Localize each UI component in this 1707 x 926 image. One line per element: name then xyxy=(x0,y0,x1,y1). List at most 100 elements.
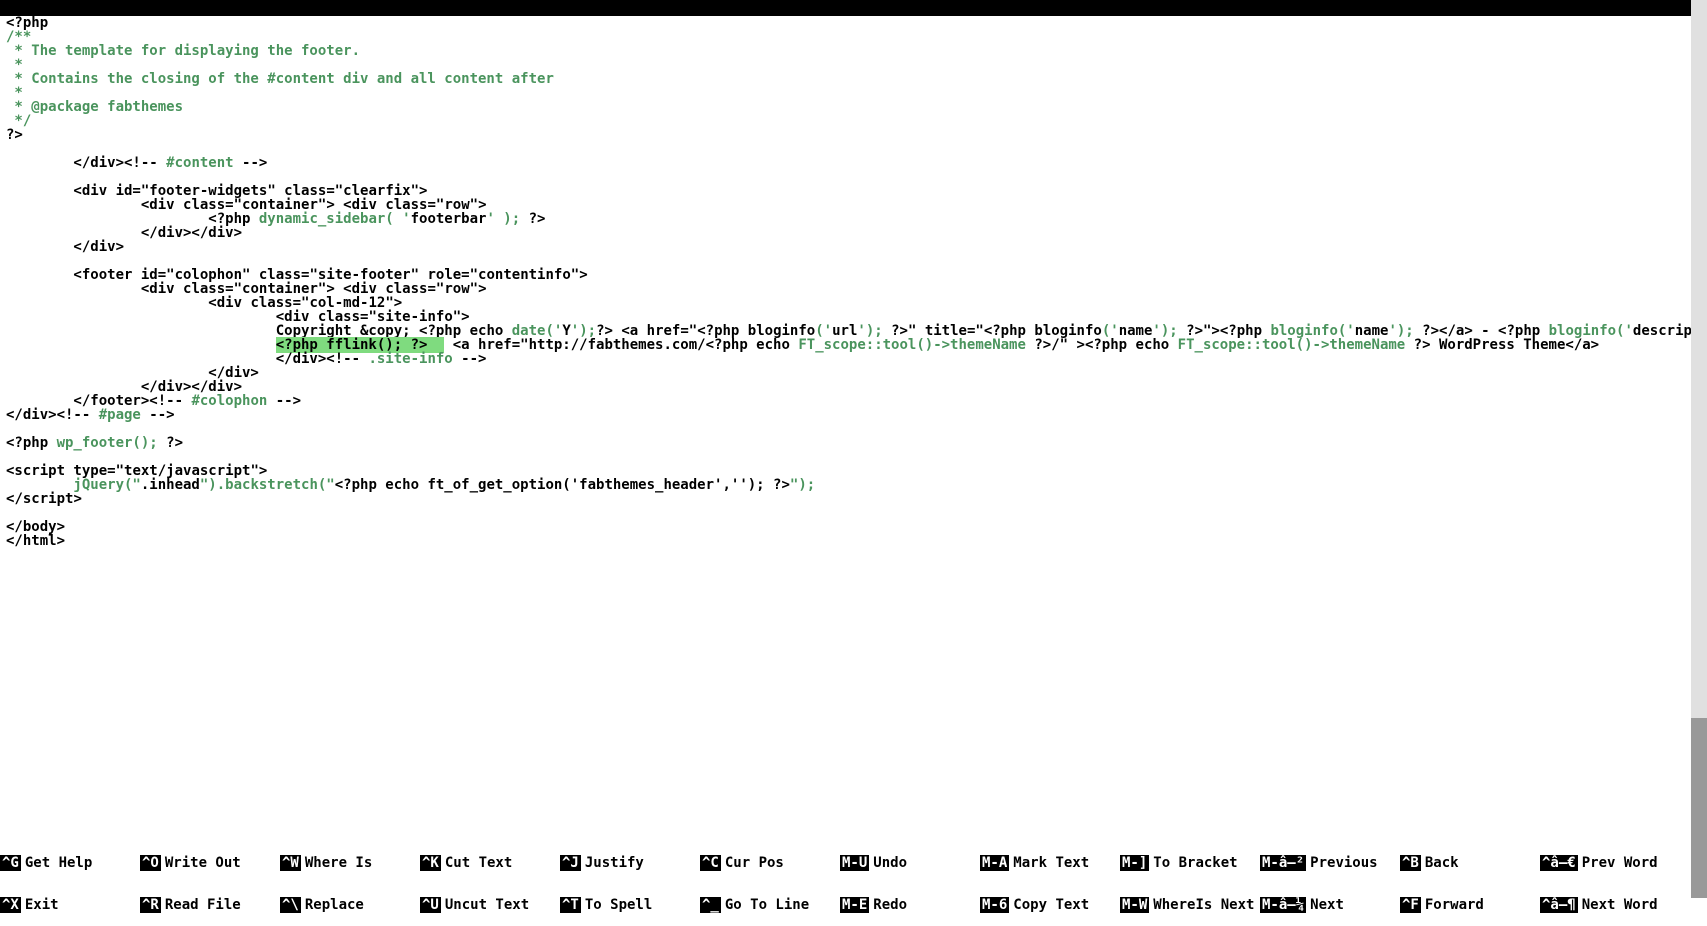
code-line xyxy=(6,422,1691,436)
shortcut-item: ^TTo Spell xyxy=(560,898,700,912)
shortcut-label: Back xyxy=(1425,855,1459,871)
title-bar: GNU nano 2.9.3 footer.php xyxy=(0,0,1707,16)
shortcut-item: ^CCur Pos xyxy=(700,856,840,870)
code-line: </div></div> xyxy=(6,226,1691,240)
code-line: ?> xyxy=(6,128,1691,142)
code-line: <?php xyxy=(6,16,1691,30)
shortcut-key: ^â—€ xyxy=(1540,855,1578,871)
shortcut-key: M-A xyxy=(980,855,1009,871)
shortcut-label: Prev Word xyxy=(1582,855,1658,871)
shortcut-label: To Spell xyxy=(585,897,652,913)
shortcut-item: ^\Replace xyxy=(280,898,420,912)
shortcut-key: ^_ xyxy=(700,897,721,913)
shortcut-row-1: ^GGet Help^OWrite Out^WWhere Is^KCut Tex… xyxy=(0,856,1707,870)
code-line: </html> xyxy=(6,534,1691,548)
shortcut-key: ^O xyxy=(140,855,161,871)
code-line xyxy=(6,254,1691,268)
code-line: </div><!-- #page --> xyxy=(6,408,1691,422)
shortcut-label: Cur Pos xyxy=(725,855,784,871)
shortcut-label: Exit xyxy=(25,897,59,913)
shortcut-item: ^BBack xyxy=(1400,856,1540,870)
shortcut-item: M-UUndo xyxy=(840,856,980,870)
shortcut-item: ^KCut Text xyxy=(420,856,560,870)
code-line: </body> xyxy=(6,520,1691,534)
code-line: </div> xyxy=(6,366,1691,380)
shortcut-item: ^OWrite Out xyxy=(140,856,280,870)
code-line: </div></div> xyxy=(6,380,1691,394)
shortcut-key: ^â–¶ xyxy=(1540,897,1578,913)
code-line: </footer><!-- #colophon --> xyxy=(6,394,1691,408)
shortcut-label: Undo xyxy=(873,855,907,871)
shortcut-label: Go To Line xyxy=(725,897,809,913)
shortcut-item: ^RRead File xyxy=(140,898,280,912)
shortcut-label: Previous xyxy=(1310,855,1377,871)
shortcut-key: ^W xyxy=(280,855,301,871)
code-line: jQuery(".inhead").backstretch("<?php ech… xyxy=(6,478,1691,492)
scrollbar-thumb[interactable] xyxy=(1691,718,1707,898)
shortcut-key: ^B xyxy=(1400,855,1421,871)
shortcut-label: Redo xyxy=(873,897,907,913)
code-line xyxy=(6,170,1691,184)
shortcut-item: ^FForward xyxy=(1400,898,1540,912)
shortcut-item: M-â–²Previous xyxy=(1260,856,1400,870)
code-line: <div class="col-md-12"> xyxy=(6,296,1691,310)
code-line: * @package fabthemes xyxy=(6,100,1691,114)
shortcut-item: ^JJustify xyxy=(560,856,700,870)
code-line: * xyxy=(6,58,1691,72)
shortcut-key: M-E xyxy=(840,897,869,913)
shortcut-label: Get Help xyxy=(25,855,92,871)
code-line: <?php fflink(); ?> <a href="http://fabth… xyxy=(6,338,1691,352)
code-line: <div class="site-info"> xyxy=(6,310,1691,324)
shortcut-key: M-W xyxy=(1120,897,1149,913)
code-line: * xyxy=(6,86,1691,100)
code-line: <footer id="colophon" class="site-footer… xyxy=(6,268,1691,282)
shortcut-key: ^J xyxy=(560,855,581,871)
code-line: <?php wp_footer(); ?> xyxy=(6,436,1691,450)
shortcut-label: Next xyxy=(1310,897,1344,913)
shortcut-label: Uncut Text xyxy=(445,897,529,913)
shortcut-item: M-â–¼Next xyxy=(1260,898,1400,912)
code-line: </div> xyxy=(6,240,1691,254)
shortcut-key: ^F xyxy=(1400,897,1421,913)
code-line: */ xyxy=(6,114,1691,128)
shortcut-key: M-] xyxy=(1120,855,1149,871)
shortcut-key: ^\ xyxy=(280,897,301,913)
code-line: <div class="container"> <div class="row"… xyxy=(6,198,1691,212)
shortcut-key: M-â–² xyxy=(1260,855,1306,871)
shortcut-label: To Bracket xyxy=(1153,855,1237,871)
shortcut-item: ^XExit xyxy=(0,898,140,912)
shortcut-item: ^_Go To Line xyxy=(700,898,840,912)
shortcut-label: Justify xyxy=(585,855,644,871)
shortcut-label: Write Out xyxy=(165,855,241,871)
shortcut-item: M-WWhereIs Next xyxy=(1120,898,1260,912)
code-line xyxy=(6,506,1691,520)
shortcut-item: ^â—€Prev Word xyxy=(1540,856,1680,870)
scrollbar[interactable] xyxy=(1691,0,1707,898)
code-line: <?php dynamic_sidebar( 'footerbar' ); ?> xyxy=(6,212,1691,226)
code-line xyxy=(6,142,1691,156)
code-line: <div class="container"> <div class="row"… xyxy=(6,282,1691,296)
shortcut-key: M-â–¼ xyxy=(1260,897,1306,913)
shortcut-item: M-ERedo xyxy=(840,898,980,912)
shortcut-item: M-6Copy Text xyxy=(980,898,1120,912)
shortcut-bar: ^GGet Help^OWrite Out^WWhere Is^KCut Tex… xyxy=(0,828,1707,926)
editor-content[interactable]: <?php/** * The template for displaying t… xyxy=(6,16,1691,898)
code-line: <script type="text/javascript"> xyxy=(6,464,1691,478)
shortcut-key: ^U xyxy=(420,897,441,913)
code-line: </div><!-- #content --> xyxy=(6,156,1691,170)
shortcut-label: Replace xyxy=(305,897,364,913)
code-line: </div><!-- .site-info --> xyxy=(6,352,1691,366)
shortcut-key: ^G xyxy=(0,855,21,871)
code-line xyxy=(6,450,1691,464)
code-line: </script> xyxy=(6,492,1691,506)
shortcut-key: M-6 xyxy=(980,897,1009,913)
shortcut-key: ^K xyxy=(420,855,441,871)
shortcut-label: Cut Text xyxy=(445,855,512,871)
shortcut-label: Mark Text xyxy=(1013,855,1089,871)
shortcut-label: WhereIs Next xyxy=(1153,897,1254,913)
shortcut-item: M-AMark Text xyxy=(980,856,1120,870)
code-line: <div id="footer-widgets" class="clearfix… xyxy=(6,184,1691,198)
code-line: /** xyxy=(6,30,1691,44)
code-line: * Contains the closing of the #content d… xyxy=(6,72,1691,86)
shortcut-label: Where Is xyxy=(305,855,372,871)
